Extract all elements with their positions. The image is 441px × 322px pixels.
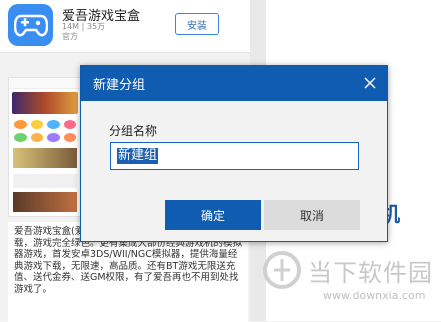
dialog-titlebar: 新建分组 xyxy=(81,66,387,101)
gamepad-icon xyxy=(13,14,48,37)
group-name-value: 新建组 xyxy=(117,148,159,164)
group-name-label: 分组名称 xyxy=(109,124,158,138)
dialog-title: 新建分组 xyxy=(93,78,146,93)
watermark-text: 当下软件园 xyxy=(308,258,433,287)
watermark: 当下软件园 xyxy=(262,250,433,290)
app-screenshot[interactable] xyxy=(8,77,82,217)
new-group-dialog: 新建分组 分组名称 新建组 确定 取消 xyxy=(80,65,388,242)
watermark-logo-icon xyxy=(263,251,301,289)
ok-button[interactable]: 确定 xyxy=(165,200,261,230)
app-icon xyxy=(8,4,53,46)
app-source: 官方 xyxy=(62,32,78,41)
install-button[interactable]: 安装 xyxy=(175,13,219,35)
cancel-button[interactable]: 取消 xyxy=(264,200,360,230)
app-meta: 14M | 35万 官方 xyxy=(62,22,105,42)
app-card: 爱吾游戏宝盒 14M | 35万 官方 安装 xyxy=(0,0,250,53)
group-name-input[interactable]: 新建组 xyxy=(110,142,359,170)
watermark-url: www.downxia.com xyxy=(323,289,426,302)
close-icon xyxy=(364,77,376,89)
app-size: 14M | 35万 xyxy=(62,22,106,31)
close-button[interactable] xyxy=(359,72,381,94)
